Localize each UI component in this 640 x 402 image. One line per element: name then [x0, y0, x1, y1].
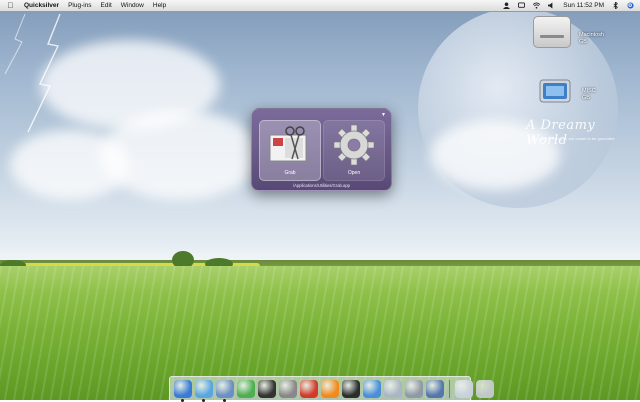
user-icon[interactable] [503, 2, 511, 9]
menu-window[interactable]: Window [121, 2, 144, 9]
cloud [10, 130, 130, 200]
gear-icon [333, 124, 375, 166]
desktop-icon-label: MISC GB [582, 88, 596, 101]
action-label: Open [347, 170, 361, 176]
direct-object-pane[interactable]: Grab [259, 120, 321, 181]
direct-object-label: Grab [284, 170, 296, 176]
ichat-icon[interactable] [279, 379, 297, 398]
menu-bar:  Quicksilver Plug-ins Edit Window Help … [0, 0, 640, 12]
clock[interactable]: Sun 11:52 PM [563, 2, 604, 9]
ipod-icon[interactable] [384, 379, 402, 398]
wallpaper-title: A Dreamy World [526, 118, 596, 148]
tomato-icon[interactable] [300, 379, 318, 398]
dock-separator [449, 379, 450, 398]
menu-help[interactable]: Help [153, 2, 166, 9]
running-indicator [202, 398, 205, 402]
desktop-icon-label: Macintosh GB [579, 32, 605, 45]
documents-stack-icon[interactable] [455, 379, 473, 398]
menu-extras: Sun 11:52 PM [503, 0, 634, 11]
preview-icon[interactable] [426, 379, 444, 398]
running-indicator [181, 398, 184, 402]
lightning-graphic [4, 14, 61, 133]
panel-menu-arrow-icon[interactable]: ▼ [381, 112, 386, 118]
wifi-icon[interactable] [533, 2, 541, 9]
menu-plug-ins[interactable]: Plug-ins [68, 2, 91, 9]
running-indicator [223, 398, 226, 402]
bluetooth-icon[interactable] [612, 2, 619, 9]
mail-icon[interactable] [216, 379, 234, 402]
menu-app-name[interactable]: Quicksilver [24, 2, 59, 9]
external-disk-icon[interactable] [538, 76, 574, 106]
grab-scissors-icon [269, 126, 307, 162]
trash-icon[interactable] [476, 379, 494, 398]
desktop-wallpaper [0, 0, 640, 400]
adium-icon[interactable] [237, 379, 255, 398]
imovie-icon[interactable] [342, 379, 360, 398]
dock [169, 376, 494, 402]
safari-icon[interactable] [195, 379, 213, 402]
apple-icon[interactable]:  [6, 1, 15, 10]
hard-disk-icon[interactable] [533, 16, 571, 48]
quicksilver-panel[interactable]: ▼ Grab Open /Applications/Utilities/Grab… [251, 108, 392, 191]
menu-edit[interactable]: Edit [101, 2, 112, 9]
volume-icon[interactable] [548, 2, 555, 9]
object-path-text: /Applications/Utilities/Grab.app [292, 183, 351, 188]
itunes-icon[interactable] [363, 379, 381, 398]
finder-icon[interactable] [174, 379, 192, 402]
spotlight-icon[interactable] [627, 2, 634, 9]
system-preferences-icon[interactable] [405, 379, 423, 398]
messages-icon[interactable] [518, 2, 526, 9]
dashboard-icon[interactable] [258, 379, 276, 398]
action-pane[interactable]: Open [323, 120, 385, 181]
vlc-icon[interactable] [321, 379, 339, 398]
wallpaper-subtitle: If you can't dream you are meant to be g… [528, 136, 615, 141]
